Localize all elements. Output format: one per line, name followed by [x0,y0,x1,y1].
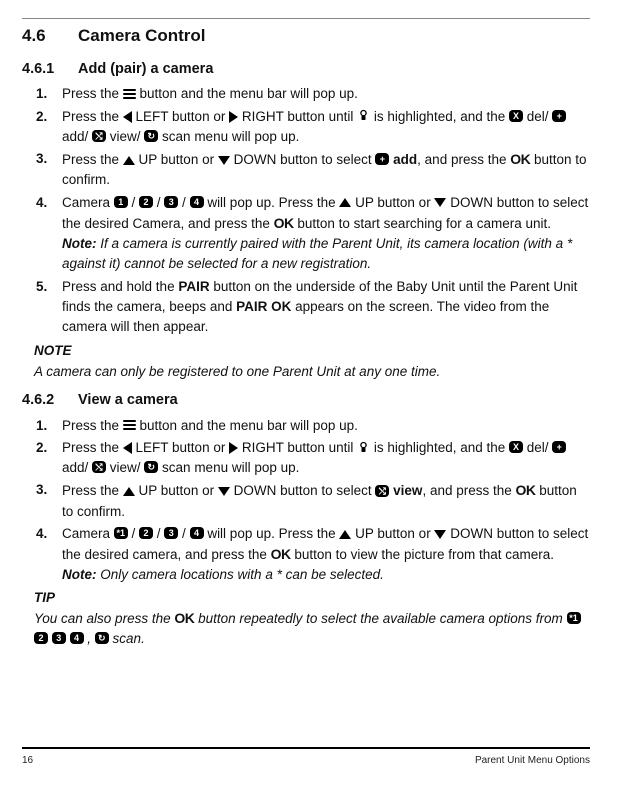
footer-section: Parent Unit Menu Options [475,753,590,768]
camera-icon [357,441,370,454]
cam1-icon: 1 [114,196,128,208]
view-icon: ⤭ [375,485,389,497]
ok-icon: OK [174,610,194,626]
scan-icon: ↻ [144,130,158,142]
del-icon: X [509,441,523,453]
left-icon [123,442,132,454]
menu-icon [123,89,136,99]
step-1: 1. Press the button and the menu bar wil… [36,416,590,436]
note-label: Note: [62,236,97,251]
del-icon: X [509,110,523,122]
down-icon [218,487,230,496]
step-2: 2. Press the LEFT button or RIGHT button… [36,438,590,479]
step-1: 1. Press the button and the menu bar wil… [36,84,590,104]
subsection-heading: 4.6.1Add (pair) a camera [22,59,590,81]
up-icon [339,530,351,539]
left-icon [123,111,132,123]
scan-icon: ↻ [144,461,158,473]
cam1-icon: *1 [114,527,128,539]
note-block: NOTE A camera can only be registered to … [34,341,590,382]
note-text: A camera can only be registered to one P… [34,362,590,382]
cam2-icon: 2 [139,527,153,539]
subsection-title: Add (pair) a camera [78,61,213,77]
step-2: 2. Press the LEFT button or RIGHT button… [36,107,590,148]
scan-icon: ↻ [95,632,109,644]
up-icon [123,156,135,165]
step-3: 3. Press the UP button or DOWN button to… [36,480,590,522]
tip-heading: TIP [34,588,590,608]
step-5: 5. Press and hold the PAIR button on the… [36,277,590,338]
right-icon [229,111,238,123]
add-icon: + [552,110,566,122]
add-icon: + [552,441,566,453]
up-icon [339,198,351,207]
cam3-icon: 3 [164,196,178,208]
cam3-icon: 3 [52,632,66,644]
note-body: If a camera is currently paired with the… [62,236,572,271]
footer: 16 Parent Unit Menu Options [22,747,590,768]
page-number: 16 [22,753,33,768]
cam2-icon: 2 [34,632,48,644]
section-number: 4.6 [22,23,78,49]
cam2-icon: 2 [139,196,153,208]
step-4: 4. Camera *1 / 2 / 3 / 4 will pop up. Pr… [36,524,590,586]
down-icon [434,198,446,207]
note-label: Note: [62,567,97,582]
subsection-heading: 4.6.2View a camera [22,390,590,412]
ok-icon: OK [274,215,294,231]
step-4: 4. Camera 1 / 2 / 3 / 4 will pop up. Pre… [36,193,590,275]
steps-list-add: 1. Press the button and the menu bar wil… [36,84,590,337]
cam4-icon: 4 [70,632,84,644]
add-icon: + [375,153,389,165]
cam3-icon: 3 [164,527,178,539]
up-icon [123,487,135,496]
view-icon: ⤭ [92,461,106,473]
section-title: Camera Control [78,26,206,45]
note-body: Only camera locations with a * can be se… [97,567,384,582]
down-icon [218,156,230,165]
subsection-title: View a camera [78,392,178,408]
step-3: 3. Press the UP button or DOWN button to… [36,149,590,191]
note-heading: NOTE [34,341,590,361]
cam4-icon: 4 [190,527,204,539]
tip-text: You can also press the OK button repeate… [34,608,590,650]
cam1-icon: *1 [567,612,581,624]
ok-icon: OK [510,151,530,167]
subsection-number: 4.6.2 [22,390,78,412]
camera-icon [357,109,370,122]
section-heading: 4.6Camera Control [22,18,590,49]
right-icon [229,442,238,454]
cam4-icon: 4 [190,196,204,208]
steps-list-view: 1. Press the button and the menu bar wil… [36,416,590,586]
tip-block: TIP You can also press the OK button rep… [34,588,590,650]
ok-icon: OK [271,546,291,562]
view-icon: ⤭ [92,130,106,142]
subsection-number: 4.6.1 [22,59,78,81]
menu-icon [123,420,136,430]
ok-icon: OK [516,482,536,498]
down-icon [434,530,446,539]
